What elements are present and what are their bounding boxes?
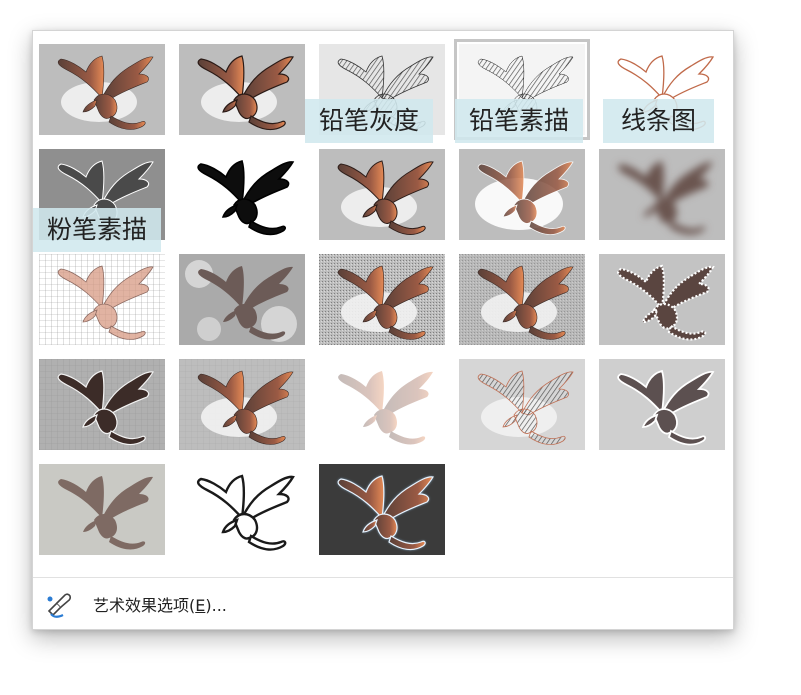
effect-thumb-crisscross-etching[interactable] — [319, 359, 445, 450]
dragon-thumbnail-icon — [39, 44, 165, 135]
dragon-thumbnail-icon — [39, 359, 165, 450]
effect-thumb-paint-strokes[interactable] — [179, 149, 305, 240]
artistic-effects-gallery: 铅笔灰度 铅笔素描 线条图 粉笔素描 — [33, 39, 737, 562]
dragon-thumbnail-icon — [179, 464, 305, 555]
effect-thumb-paint-brush[interactable] — [319, 149, 445, 240]
effect-thumb-marker[interactable] — [179, 44, 305, 135]
artistic-effects-options-icon — [47, 593, 72, 618]
effect-thumb-cement[interactable] — [39, 359, 165, 450]
menu-divider — [33, 577, 733, 578]
tooltip-pencil-grayscale: 铅笔灰度 — [305, 99, 434, 143]
dragon-thumbnail-icon — [459, 254, 585, 345]
dragon-thumbnail-icon — [319, 464, 445, 555]
dragon-thumbnail-icon — [459, 149, 585, 240]
dragon-thumbnail-icon — [599, 149, 725, 240]
dragon-thumbnail-icon — [179, 254, 305, 345]
effect-thumb-glow-diffused[interactable] — [459, 149, 585, 240]
artistic-effects-dropdown: 铅笔灰度 铅笔素描 线条图 粉笔素描 艺术效果选项(E)... — [32, 30, 734, 630]
effect-thumb-film-grain[interactable] — [319, 254, 445, 345]
dragon-thumbnail-icon — [599, 359, 725, 450]
effect-thumb-pastels-smooth[interactable] — [459, 359, 585, 450]
dragon-thumbnail-icon — [319, 254, 445, 345]
dragon-thumbnail-icon — [459, 359, 585, 450]
effect-thumb-cutout[interactable] — [39, 464, 165, 555]
dragon-thumbnail-icon — [599, 254, 725, 345]
dragon-thumbnail-icon — [179, 359, 305, 450]
dragon-thumbnail-icon — [319, 149, 445, 240]
artistic-effects-options-label: 艺术效果选项(E)... — [93, 596, 227, 615]
effect-thumb-photocopy[interactable] — [179, 464, 305, 555]
dragon-thumbnail-icon — [319, 359, 445, 450]
effect-thumb-light-screen[interactable] — [39, 254, 165, 345]
tooltip-pencil-sketch: 铅笔素描 — [455, 99, 584, 143]
effect-thumb-none[interactable] — [39, 44, 165, 135]
effect-thumb-blur[interactable] — [599, 149, 725, 240]
effect-thumb-glow-edges[interactable] — [319, 464, 445, 555]
tooltip-chalk-sketch: 粉笔素描 — [33, 208, 162, 252]
effect-thumb-plastic-wrap[interactable] — [599, 359, 725, 450]
tooltip-line-drawing: 线条图 — [603, 99, 715, 143]
options-hotkey: E — [195, 596, 206, 615]
dragon-thumbnail-icon — [39, 464, 165, 555]
effect-thumb-watercolor-sponge[interactable] — [179, 254, 305, 345]
effect-thumb-mosaic-bubbles[interactable] — [459, 254, 585, 345]
dragon-thumbnail-icon — [39, 254, 165, 345]
dragon-thumbnail-icon — [179, 149, 305, 240]
effect-thumb-glass[interactable] — [599, 254, 725, 345]
effect-thumb-texturizer[interactable] — [179, 359, 305, 450]
artistic-effects-options-item[interactable]: 艺术效果选项(E)... — [43, 586, 723, 622]
dragon-thumbnail-icon — [179, 44, 305, 135]
